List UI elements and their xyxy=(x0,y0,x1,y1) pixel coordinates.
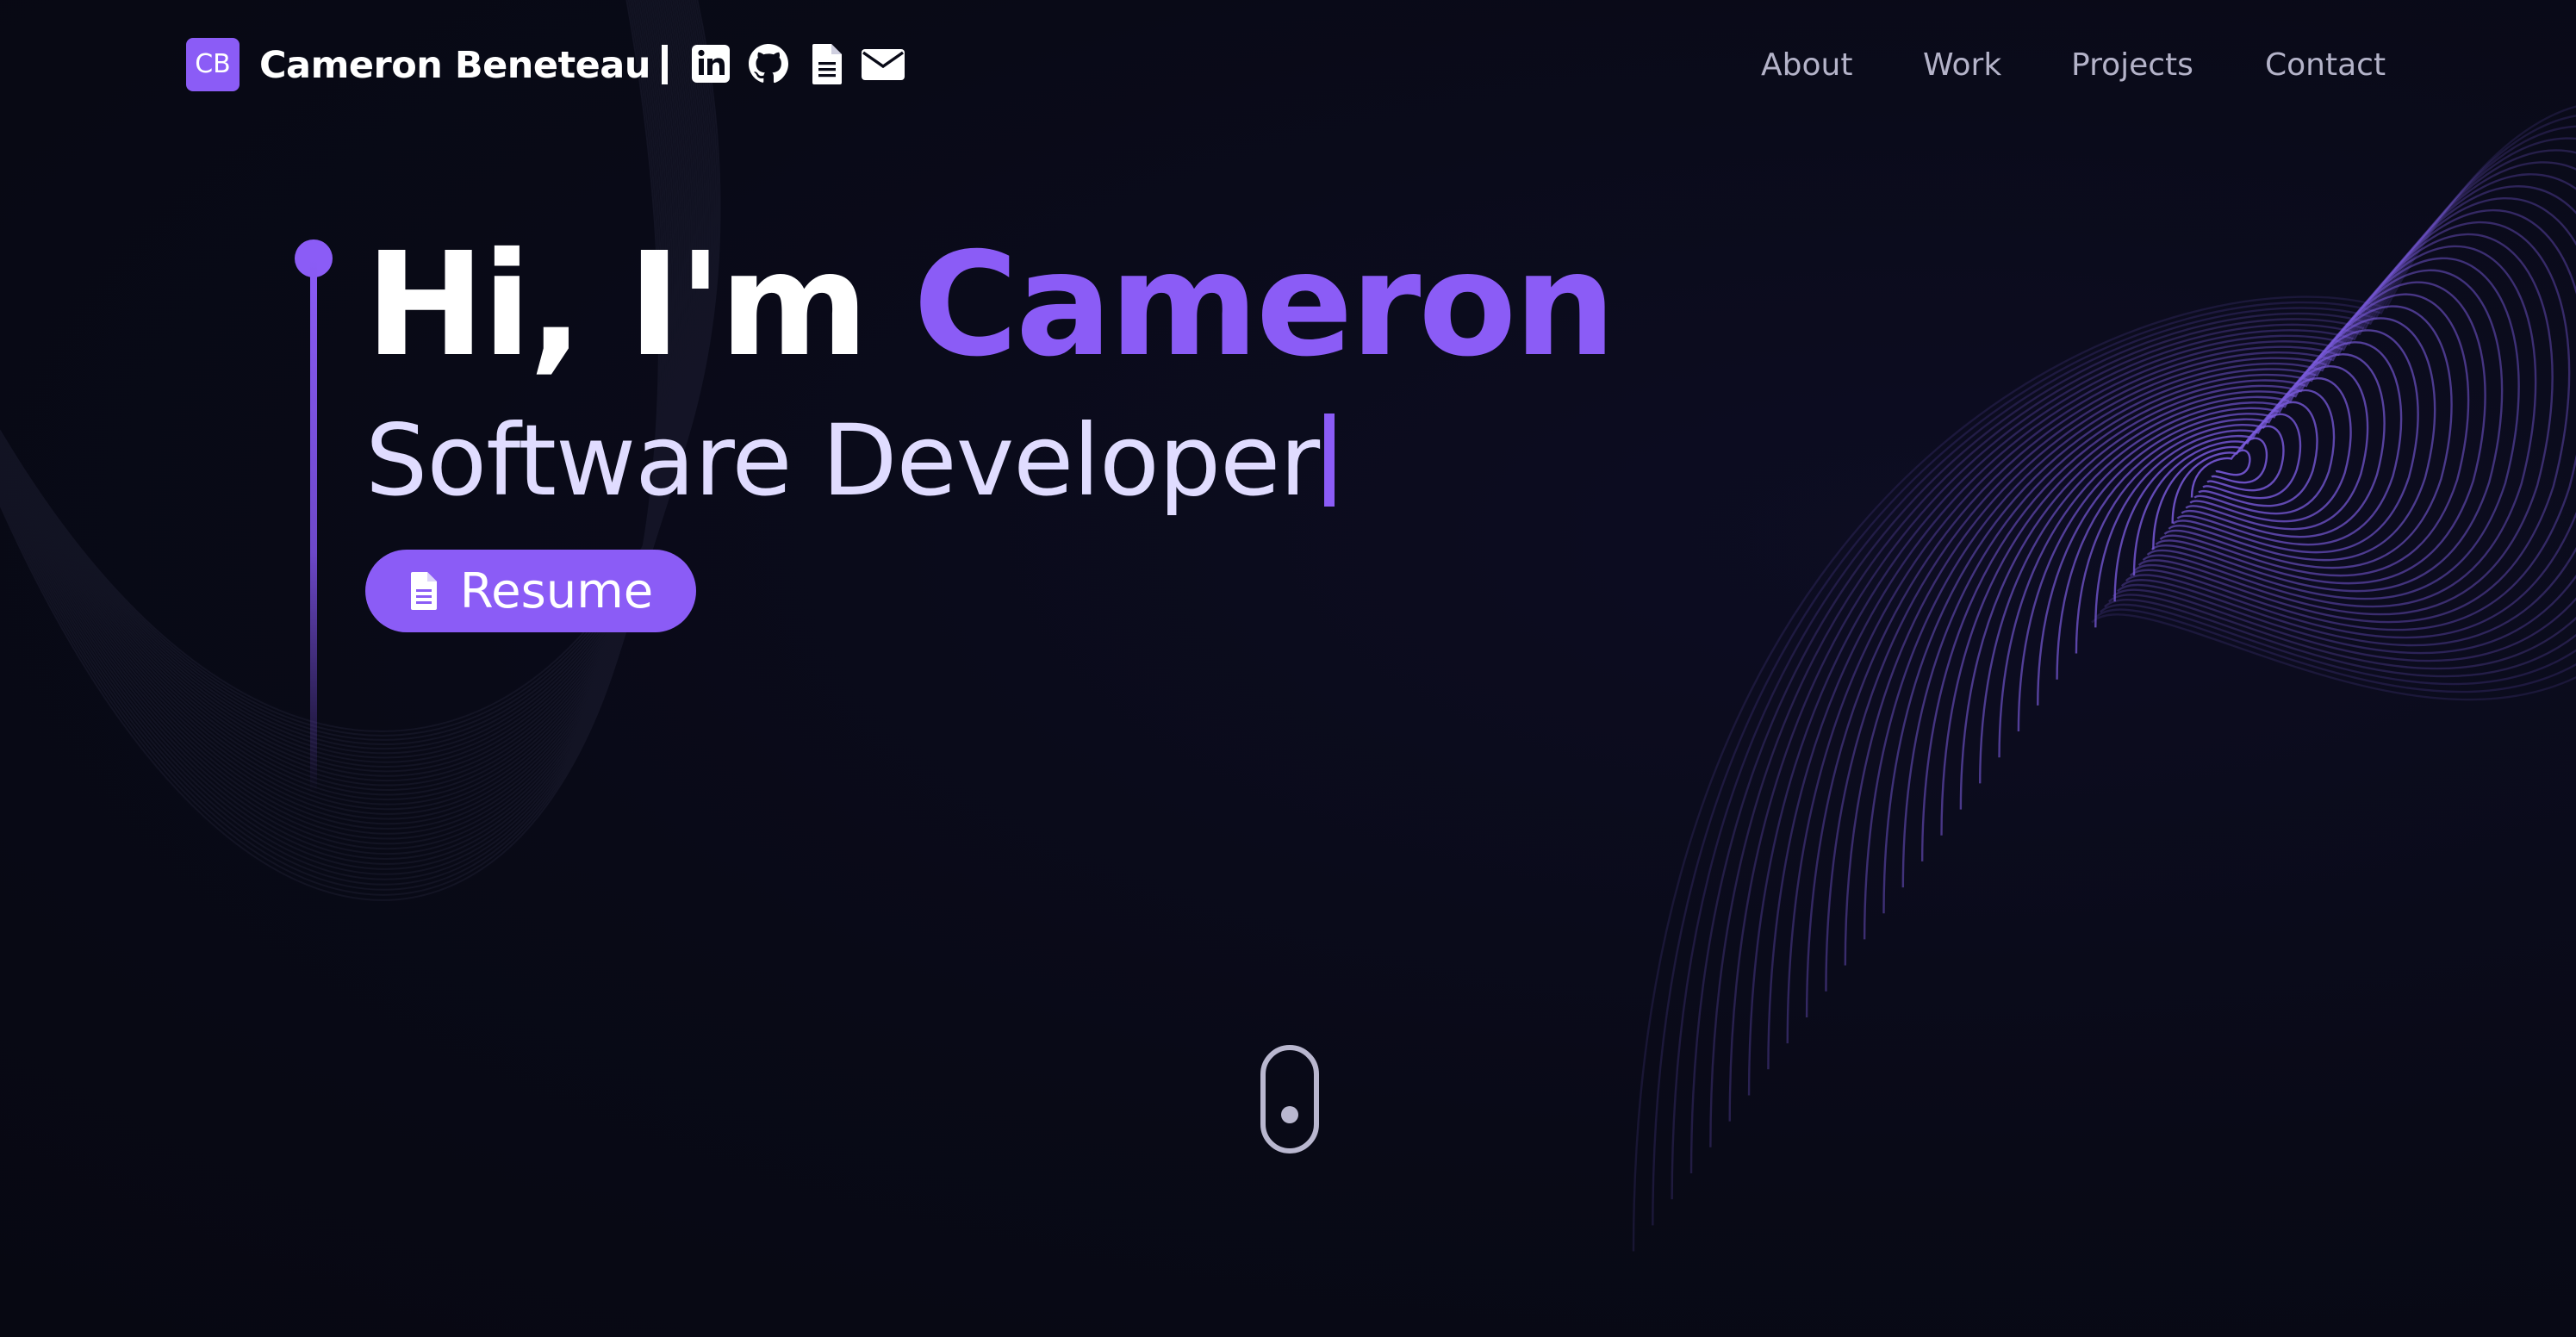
brand-name[interactable]: Cameron Beneteau xyxy=(259,40,650,91)
background-contour-line xyxy=(1671,125,2576,1200)
nav-link-projects[interactable]: Projects xyxy=(2071,43,2193,88)
timeline-line xyxy=(310,258,317,793)
background-contour-line xyxy=(1844,233,2554,966)
hero-subtitle: Software Developer xyxy=(365,405,1335,517)
nav-link-contact[interactable]: Contact xyxy=(2265,43,2386,88)
linkedin-icon[interactable] xyxy=(689,41,734,86)
mouse-scroll-icon[interactable] xyxy=(1260,1044,1320,1154)
hero-name: Cameron xyxy=(913,222,1615,389)
background-contour-line xyxy=(1805,208,2576,1017)
nav-divider xyxy=(662,45,668,84)
nav-link-work[interactable]: Work xyxy=(1923,43,2001,88)
document-icon xyxy=(410,572,437,610)
background-contour-line xyxy=(1632,105,2576,1252)
nav-link-about[interactable]: About xyxy=(1761,43,1852,88)
background-contour-line xyxy=(1920,281,2486,861)
background-contour-line xyxy=(2190,449,2251,498)
background-contour-line xyxy=(1979,317,2436,784)
background-contour-line xyxy=(2113,401,2318,602)
background-contour-line xyxy=(2132,413,2302,576)
github-icon[interactable] xyxy=(746,41,791,86)
resume-button-label: Resume xyxy=(459,563,654,619)
background-contour-line xyxy=(1786,197,2576,1044)
typing-caret xyxy=(1324,414,1335,507)
background-contour-line xyxy=(1747,173,2576,1096)
background-contour-line xyxy=(2056,365,2369,680)
background-contour-line xyxy=(1709,149,2576,1147)
background-contour-line xyxy=(2094,389,2336,628)
background-contour-line xyxy=(2075,376,2352,654)
background-contour-line xyxy=(2152,425,2285,550)
background-contour-line xyxy=(1652,115,2576,1226)
logo-badge[interactable]: CB xyxy=(186,38,240,91)
hero-title: Hi, I'm Cameron xyxy=(365,228,1616,383)
background-contour-line xyxy=(1882,257,2520,914)
background-contour-line xyxy=(1998,329,2419,758)
background-contour-line xyxy=(2171,437,2268,524)
background-contour-line xyxy=(1728,161,2576,1122)
page: CB Cameron Beneteau About Work Projects … xyxy=(0,0,2576,1337)
document-icon[interactable] xyxy=(805,41,849,86)
background-contour-line xyxy=(1825,221,2571,992)
background-contour-line xyxy=(1901,269,2504,888)
background-contour-line xyxy=(1767,185,2576,1070)
background-contour-line xyxy=(2037,353,2386,706)
background-contour-line xyxy=(1940,293,2470,836)
background-contour-line xyxy=(1689,137,2576,1173)
navbar: CB Cameron Beneteau About Work Projects … xyxy=(0,0,2576,129)
background-contour-line xyxy=(2017,341,2403,732)
background-contour-line xyxy=(1863,245,2537,940)
envelope-icon[interactable] xyxy=(860,41,906,86)
hero-subtitle-text: Software Developer xyxy=(365,403,1320,518)
hero-greeting: Hi, I'm xyxy=(365,222,868,389)
background-contour-line xyxy=(1959,305,2453,810)
resume-button[interactable]: Resume xyxy=(365,550,696,632)
